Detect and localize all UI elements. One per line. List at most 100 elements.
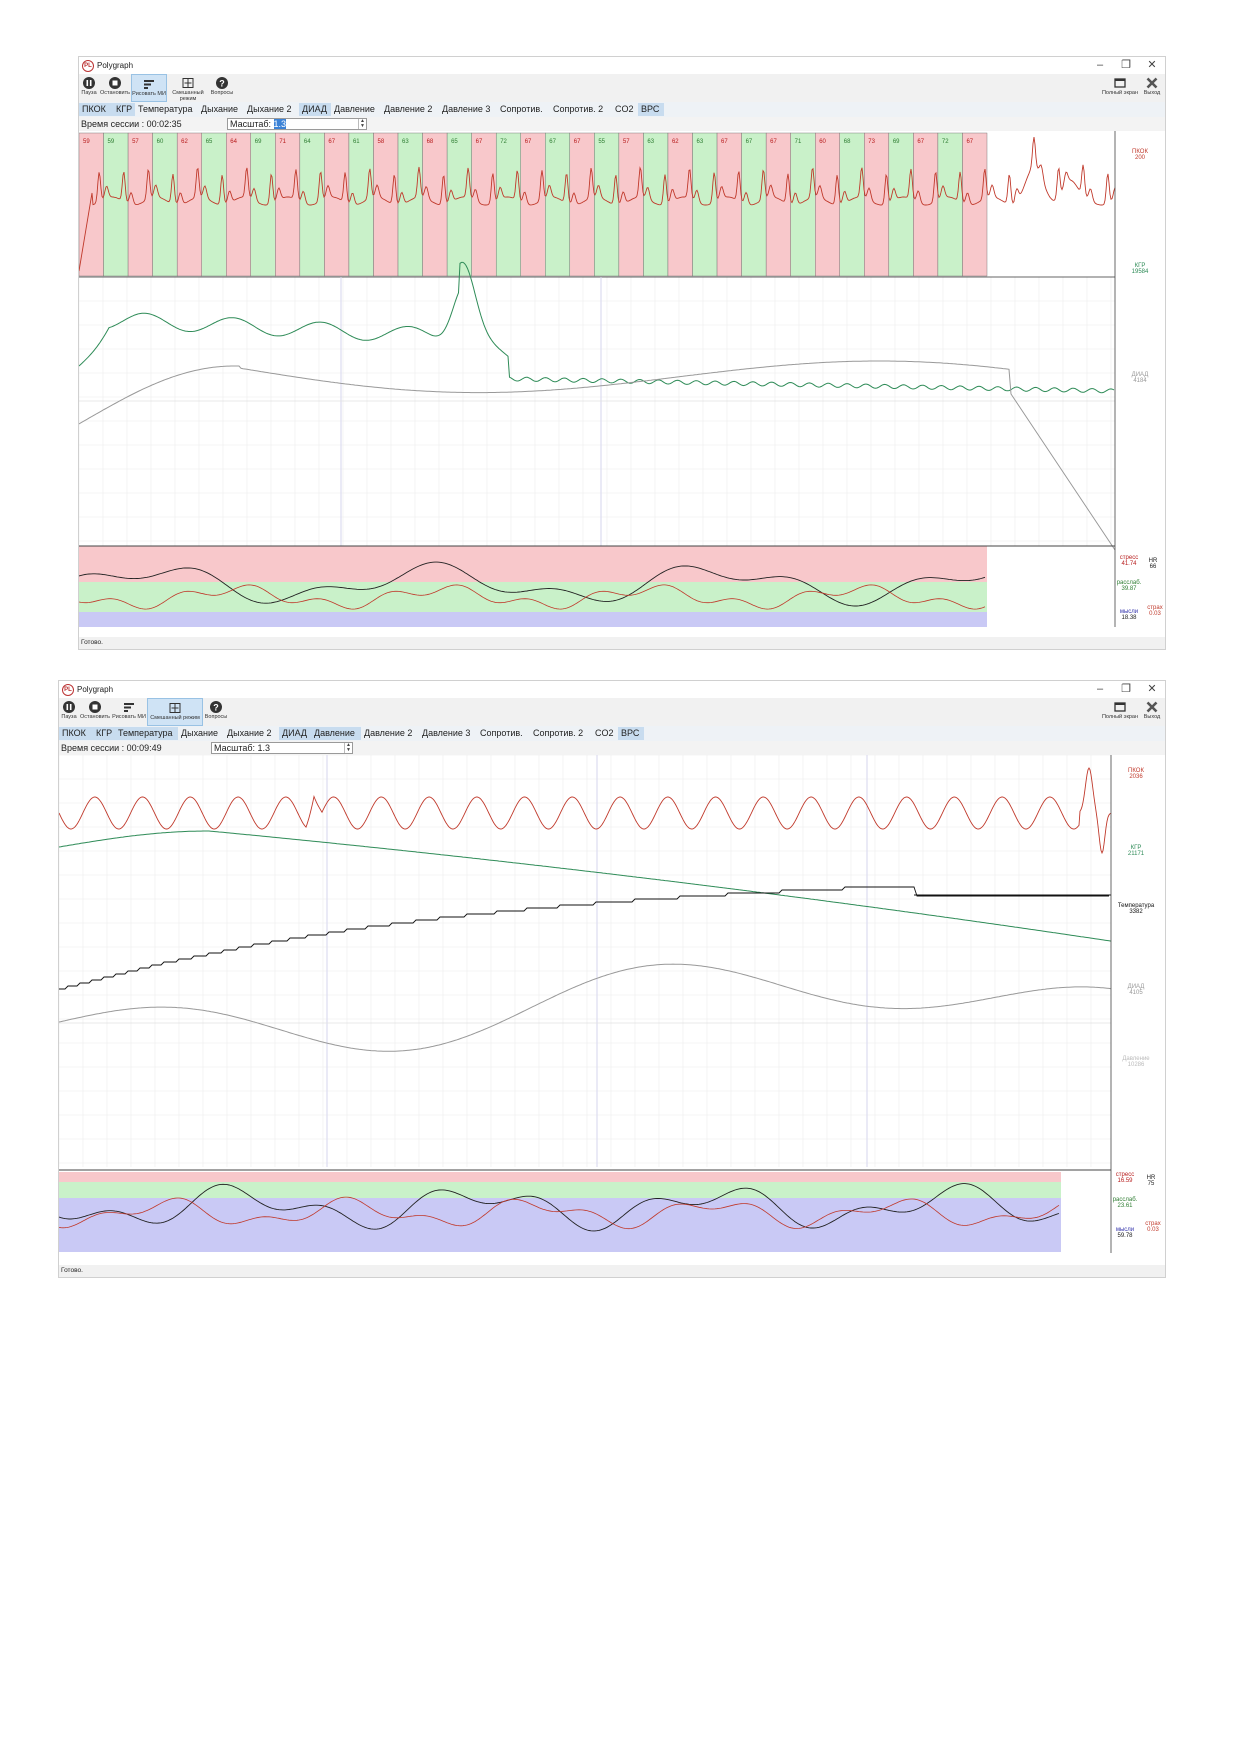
beat-band (790, 132, 816, 277)
beat-number: 61 (353, 139, 360, 145)
mixed-mode-button[interactable]: Смешанный режим (167, 74, 209, 102)
tab-temperature[interactable]: Температура (135, 103, 198, 116)
beat-band (937, 132, 963, 277)
beat-band (667, 132, 693, 277)
exit-icon (1146, 701, 1158, 713)
pause-label: Пауза (61, 714, 77, 720)
tab-resistance-2[interactable]: Сопротив. 2 (550, 103, 612, 116)
stop-button[interactable]: Остановить (79, 698, 111, 726)
beat-band (839, 132, 865, 277)
exit-button[interactable]: Выход (1139, 698, 1165, 726)
beat-band (495, 132, 521, 277)
tab-diad[interactable]: ДИАД (299, 103, 331, 116)
tab-pressure-2[interactable]: Давление 2 (381, 103, 439, 116)
tab-breathing[interactable]: Дыхание (178, 727, 224, 740)
beat-band (127, 132, 153, 277)
scale-field[interactable]: Масштаб: 1.3 ▲ ▼ (211, 742, 353, 754)
beat-band (643, 132, 669, 277)
scale-field[interactable]: Масштаб: 1.3 ▲ ▼ (227, 118, 367, 130)
fullscreen-button[interactable]: Полный экран (1101, 74, 1139, 102)
minimize-icon[interactable]: – (1087, 57, 1113, 74)
stress-value: 41.74 (1121, 561, 1137, 567)
beat-number: 62 (181, 139, 188, 145)
pause-label: Пауза (81, 90, 97, 96)
mixed-mode-button[interactable]: Смешанный режим (147, 698, 203, 726)
mixed-mode-icon (182, 78, 194, 88)
draw-lines-icon (124, 703, 134, 712)
tab-pressure[interactable]: Давление (311, 727, 361, 740)
beat-band (446, 132, 472, 277)
scale-spinner-icon[interactable]: ▲ ▼ (358, 119, 366, 129)
svg-text:?: ? (213, 702, 219, 712)
pause-button[interactable]: Пауза (79, 74, 99, 102)
toolbar: Пауза Остановить Рисовать МИ Смешанный р… (79, 74, 1165, 102)
scale-value[interactable]: 1.3 (273, 119, 287, 129)
channel-value: 10286 (1128, 1062, 1145, 1068)
tab-vrs[interactable]: ВРС (638, 103, 664, 116)
tab-pressure[interactable]: Давление (331, 103, 381, 116)
tab-pressure-2[interactable]: Давление 2 (361, 727, 419, 740)
beat-band (348, 132, 374, 277)
restore-icon[interactable]: ❐ (1113, 681, 1139, 698)
pause-icon (63, 701, 75, 713)
beat-number: 63 (647, 139, 654, 145)
tab-co2[interactable]: CO2 (612, 103, 638, 116)
session-time: Время сессии : 00:02:35 (81, 119, 182, 129)
polygraph-chart-area: 59 59 57 60 62 65 64 69 71 64 67 61 58 63 68 65 67 72 67 67… (79, 131, 1165, 637)
beat-number: 69 (255, 139, 262, 145)
pause-button[interactable]: Пауза (59, 698, 79, 726)
tab-diad[interactable]: ДИАД (279, 727, 311, 740)
thought-band (79, 612, 987, 627)
draw-mi-button[interactable]: Рисовать МИ (111, 698, 147, 726)
channel-value: 4105 (1129, 990, 1143, 996)
scale-spinner-icon[interactable]: ▲ ▼ (344, 743, 352, 753)
fullscreen-button[interactable]: Полный экран (1101, 698, 1139, 726)
minimize-icon[interactable]: – (1087, 681, 1113, 698)
beat-number: 73 (868, 139, 875, 145)
close-icon[interactable]: ✕ (1139, 57, 1165, 74)
beat-band (275, 132, 301, 277)
beat-number: 55 (598, 139, 605, 145)
tab-pressure-3[interactable]: Давление 3 (419, 727, 477, 740)
svg-text:?: ? (219, 78, 225, 88)
beat-band (201, 132, 227, 277)
tab-breathing-2[interactable]: Дыхание 2 (224, 727, 279, 740)
scale-label: Масштаб: (230, 119, 274, 129)
stop-button[interactable]: Остановить (99, 74, 131, 102)
tab-resistance[interactable]: Сопротив. (497, 103, 550, 116)
beat-number: 68 (844, 139, 851, 145)
channel-value: 2036 (1129, 774, 1143, 780)
thought-value: 59.78 (1117, 1233, 1133, 1239)
stress-band (79, 546, 987, 586)
polygraph-window-1: PL Polygraph – ❐ ✕ Пауза Остановить Рисов… (78, 56, 1166, 650)
restore-icon[interactable]: ❐ (1113, 57, 1139, 74)
tab-resistance-2[interactable]: Сопротив. 2 (530, 727, 592, 740)
scale-value[interactable]: 1.3 (258, 743, 271, 753)
session-bar: Время сессии : 00:09:49 Масштаб: 1.3 ▲ ▼ (59, 741, 1165, 755)
tab-vrs[interactable]: ВРС (618, 727, 644, 740)
beat-number: 72 (500, 139, 507, 145)
tab-resistance[interactable]: Сопротив. (477, 727, 530, 740)
draw-lines-icon (144, 80, 154, 89)
fullscreen-icon (1114, 78, 1126, 88)
questions-button[interactable]: ? Вопросы (209, 74, 235, 102)
close-icon[interactable]: ✕ (1139, 681, 1165, 698)
beat-band (545, 132, 571, 277)
tab-pkok[interactable]: ПКОК (79, 103, 113, 116)
beat-number: 67 (966, 139, 973, 145)
tab-pkok[interactable]: ПКОК (59, 727, 93, 740)
questions-label: Вопросы (210, 90, 234, 96)
draw-mi-button[interactable]: Рисовать МИ (131, 74, 167, 102)
exit-button[interactable]: Выход (1139, 74, 1165, 102)
tab-kgr[interactable]: КГР (113, 103, 135, 116)
tab-kgr[interactable]: КГР (93, 727, 115, 740)
beat-number: 62 (672, 139, 679, 145)
tab-temperature[interactable]: Температура (115, 727, 178, 740)
beat-number: 59 (108, 139, 115, 145)
scale-label: Масштаб: (214, 743, 258, 753)
questions-button[interactable]: ? Вопросы (203, 698, 229, 726)
tab-breathing[interactable]: Дыхание (198, 103, 244, 116)
tab-breathing-2[interactable]: Дыхание 2 (244, 103, 299, 116)
tab-pressure-3[interactable]: Давление 3 (439, 103, 497, 116)
tab-co2[interactable]: CO2 (592, 727, 618, 740)
